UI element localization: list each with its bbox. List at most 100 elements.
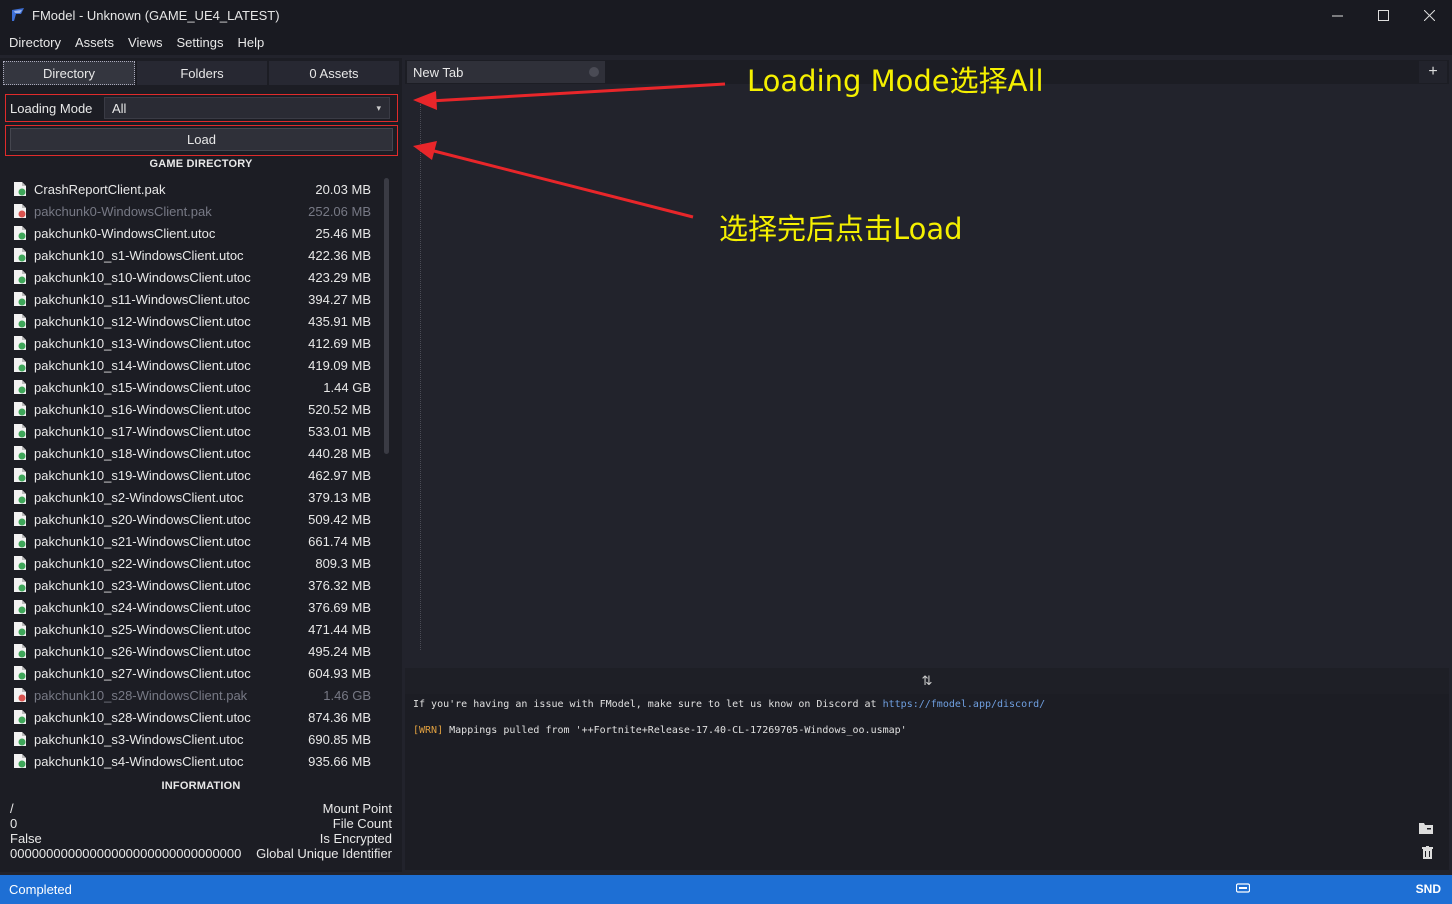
file-row[interactable]: pakchunk10_s24-WindowsClient.utoc 376.69 … [14, 596, 376, 618]
file-row[interactable]: pakchunk10_s11-WindowsClient.utoc 394.27 … [14, 288, 376, 310]
file-name: pakchunk10_s2-WindowsClient.utoc [34, 489, 244, 505]
file-row[interactable]: pakchunk10_s4-WindowsClient.utoc 935.66 M… [14, 750, 376, 772]
package-file-icon [14, 666, 26, 680]
file-row[interactable]: pakchunk10_s28-WindowsClient.pak 1.46 GB [14, 684, 376, 706]
file-size: 376.32 MB [308, 577, 371, 593]
file-row[interactable]: pakchunk10_s13-WindowsClient.utoc 412.69 … [14, 332, 376, 354]
file-size: 690.85 MB [308, 731, 371, 747]
file-row[interactable]: pakchunk10_s23-WindowsClient.utoc 376.32 … [14, 574, 376, 596]
package-file-icon [14, 534, 26, 548]
tab-close-icon[interactable] [589, 67, 599, 77]
file-row[interactable]: CrashReportClient.pak 20.03 MB [14, 178, 376, 200]
menu-views[interactable]: Views [121, 35, 169, 50]
package-file-icon [14, 380, 26, 394]
file-row[interactable]: pakchunk10_s28-WindowsClient.utoc 874.36 … [14, 706, 376, 728]
status-snd: SND [1415, 882, 1441, 896]
file-row[interactable]: pakchunk10_s26-WindowsClient.utoc 495.24 … [14, 640, 376, 662]
file-size: 376.69 MB [308, 599, 371, 615]
file-row[interactable]: pakchunk10_s27-WindowsClient.utoc 604.93 … [14, 662, 376, 684]
file-row[interactable]: pakchunk10_s18-WindowsClient.utoc 440.28 … [14, 442, 376, 464]
editor-gutter [420, 104, 421, 650]
asset-editor[interactable] [405, 84, 1449, 668]
info-row: 00000000000000000000000000000000 Global U… [10, 846, 392, 861]
close-icon [1423, 9, 1435, 21]
file-row[interactable]: pakchunk0-WindowsClient.pak 252.06 MB [14, 200, 376, 222]
package-file-icon [14, 358, 26, 372]
file-row[interactable]: pakchunk0-WindowsClient.utoc 25.46 MB [14, 222, 376, 244]
info-row: False Is Encrypted [10, 831, 392, 846]
log-text: If you're having an issue with FModel, m… [413, 699, 883, 710]
clear-log-button[interactable] [1422, 846, 1433, 863]
warn-tag: [WRN] [413, 725, 444, 736]
file-size: 1.44 GB [323, 379, 371, 395]
load-button[interactable]: Load [10, 128, 393, 151]
file-row[interactable]: pakchunk10_s10-WindowsClient.utoc 423.29 … [14, 266, 376, 288]
file-row[interactable]: pakchunk10_s12-WindowsClient.utoc 435.91 … [14, 310, 376, 332]
info-label: Global Unique Identifier [256, 846, 392, 861]
left-tab-strip: Directory Folders 0 Assets [3, 61, 399, 85]
add-tab-button[interactable]: + [1419, 61, 1447, 83]
file-name: pakchunk10_s23-WindowsClient.utoc [34, 577, 251, 593]
package-file-icon [14, 754, 26, 768]
open-folder-button[interactable] [1419, 822, 1433, 838]
loading-mode-select[interactable]: All ▾ [104, 97, 390, 119]
tab-directory[interactable]: Directory [3, 61, 135, 85]
file-size: 252.06 MB [308, 203, 371, 219]
tab-folders[interactable]: Folders [137, 61, 267, 85]
file-row[interactable]: pakchunk10_s25-WindowsClient.utoc 471.44 … [14, 618, 376, 640]
file-size: 440.28 MB [308, 445, 371, 461]
minimize-button[interactable] [1314, 0, 1360, 30]
loading-mode-row: Loading Mode All ▾ [5, 94, 398, 122]
package-file-icon [14, 314, 26, 328]
package-file-icon [14, 710, 26, 724]
info-value: False [10, 831, 42, 846]
file-row[interactable]: pakchunk10_s17-WindowsClient.utoc 533.01 … [14, 420, 376, 442]
file-row[interactable]: pakchunk10_s22-WindowsClient.utoc 809.3 M… [14, 552, 376, 574]
file-size: 471.44 MB [308, 621, 371, 637]
file-name: pakchunk10_s21-WindowsClient.utoc [34, 533, 251, 549]
file-name: pakchunk10_s19-WindowsClient.utoc [34, 467, 251, 483]
file-name: pakchunk10_s4-WindowsClient.utoc [34, 753, 244, 769]
file-size: 394.27 MB [308, 291, 371, 307]
info-value: 00000000000000000000000000000000 [10, 846, 242, 861]
menu-settings[interactable]: Settings [169, 35, 230, 50]
menu-assets[interactable]: Assets [68, 35, 121, 50]
package-file-icon [14, 336, 26, 350]
file-name: pakchunk0-WindowsClient.utoc [34, 225, 216, 241]
file-name: pakchunk10_s28-WindowsClient.utoc [34, 709, 251, 725]
tab-assets[interactable]: 0 Assets [269, 61, 399, 85]
file-row[interactable]: pakchunk10_s20-WindowsClient.utoc 509.42 … [14, 508, 376, 530]
file-row[interactable]: pakchunk10_s2-WindowsClient.utoc 379.13 M… [14, 486, 376, 508]
file-size: 1.46 GB [323, 687, 371, 703]
menu-help[interactable]: Help [230, 35, 271, 50]
file-row[interactable]: pakchunk10_s21-WindowsClient.utoc 661.74 … [14, 530, 376, 552]
discord-link[interactable]: https://fmodel.app/discord/ [883, 699, 1046, 710]
info-label: File Count [332, 816, 392, 831]
minimize-icon [1331, 15, 1343, 16]
log-line-warning: [WRN] Mappings pulled from '++Fortnite+R… [413, 725, 907, 736]
tab-new-tab[interactable]: New Tab [407, 61, 605, 83]
maximize-button[interactable] [1360, 0, 1406, 30]
file-row[interactable]: pakchunk10_s19-WindowsClient.utoc 462.97 … [14, 464, 376, 486]
title-bar: FModel - Unknown (GAME_UE4_LATEST) [0, 0, 1452, 30]
file-row[interactable]: pakchunk10_s14-WindowsClient.utoc 419.09 … [14, 354, 376, 376]
close-button[interactable] [1406, 0, 1452, 30]
file-name: pakchunk0-WindowsClient.pak [34, 203, 212, 219]
package-file-icon [14, 424, 26, 438]
package-file-icon [14, 512, 26, 526]
package-file-icon [14, 402, 26, 416]
file-name: pakchunk10_s3-WindowsClient.utoc [34, 731, 244, 747]
file-size: 533.01 MB [308, 423, 371, 439]
load-button-highlight: Load [5, 125, 398, 156]
file-row[interactable]: pakchunk10_s15-WindowsClient.utoc 1.44 GB [14, 376, 376, 398]
file-row[interactable]: pakchunk10_s3-WindowsClient.utoc 690.85 M… [14, 728, 376, 750]
file-row[interactable]: pakchunk10_s16-WindowsClient.utoc 520.52 … [14, 398, 376, 420]
menu-directory[interactable]: Directory [2, 35, 68, 50]
fmodel-logo-icon [12, 8, 24, 21]
info-row: 0 File Count [10, 816, 392, 831]
panel-splitter[interactable]: ⇅ [405, 668, 1449, 694]
file-list-scrollbar[interactable] [384, 178, 389, 454]
file-size: 20.03 MB [315, 181, 371, 197]
package-file-icon [14, 622, 26, 636]
file-row[interactable]: pakchunk10_s1-WindowsClient.utoc 422.36 M… [14, 244, 376, 266]
